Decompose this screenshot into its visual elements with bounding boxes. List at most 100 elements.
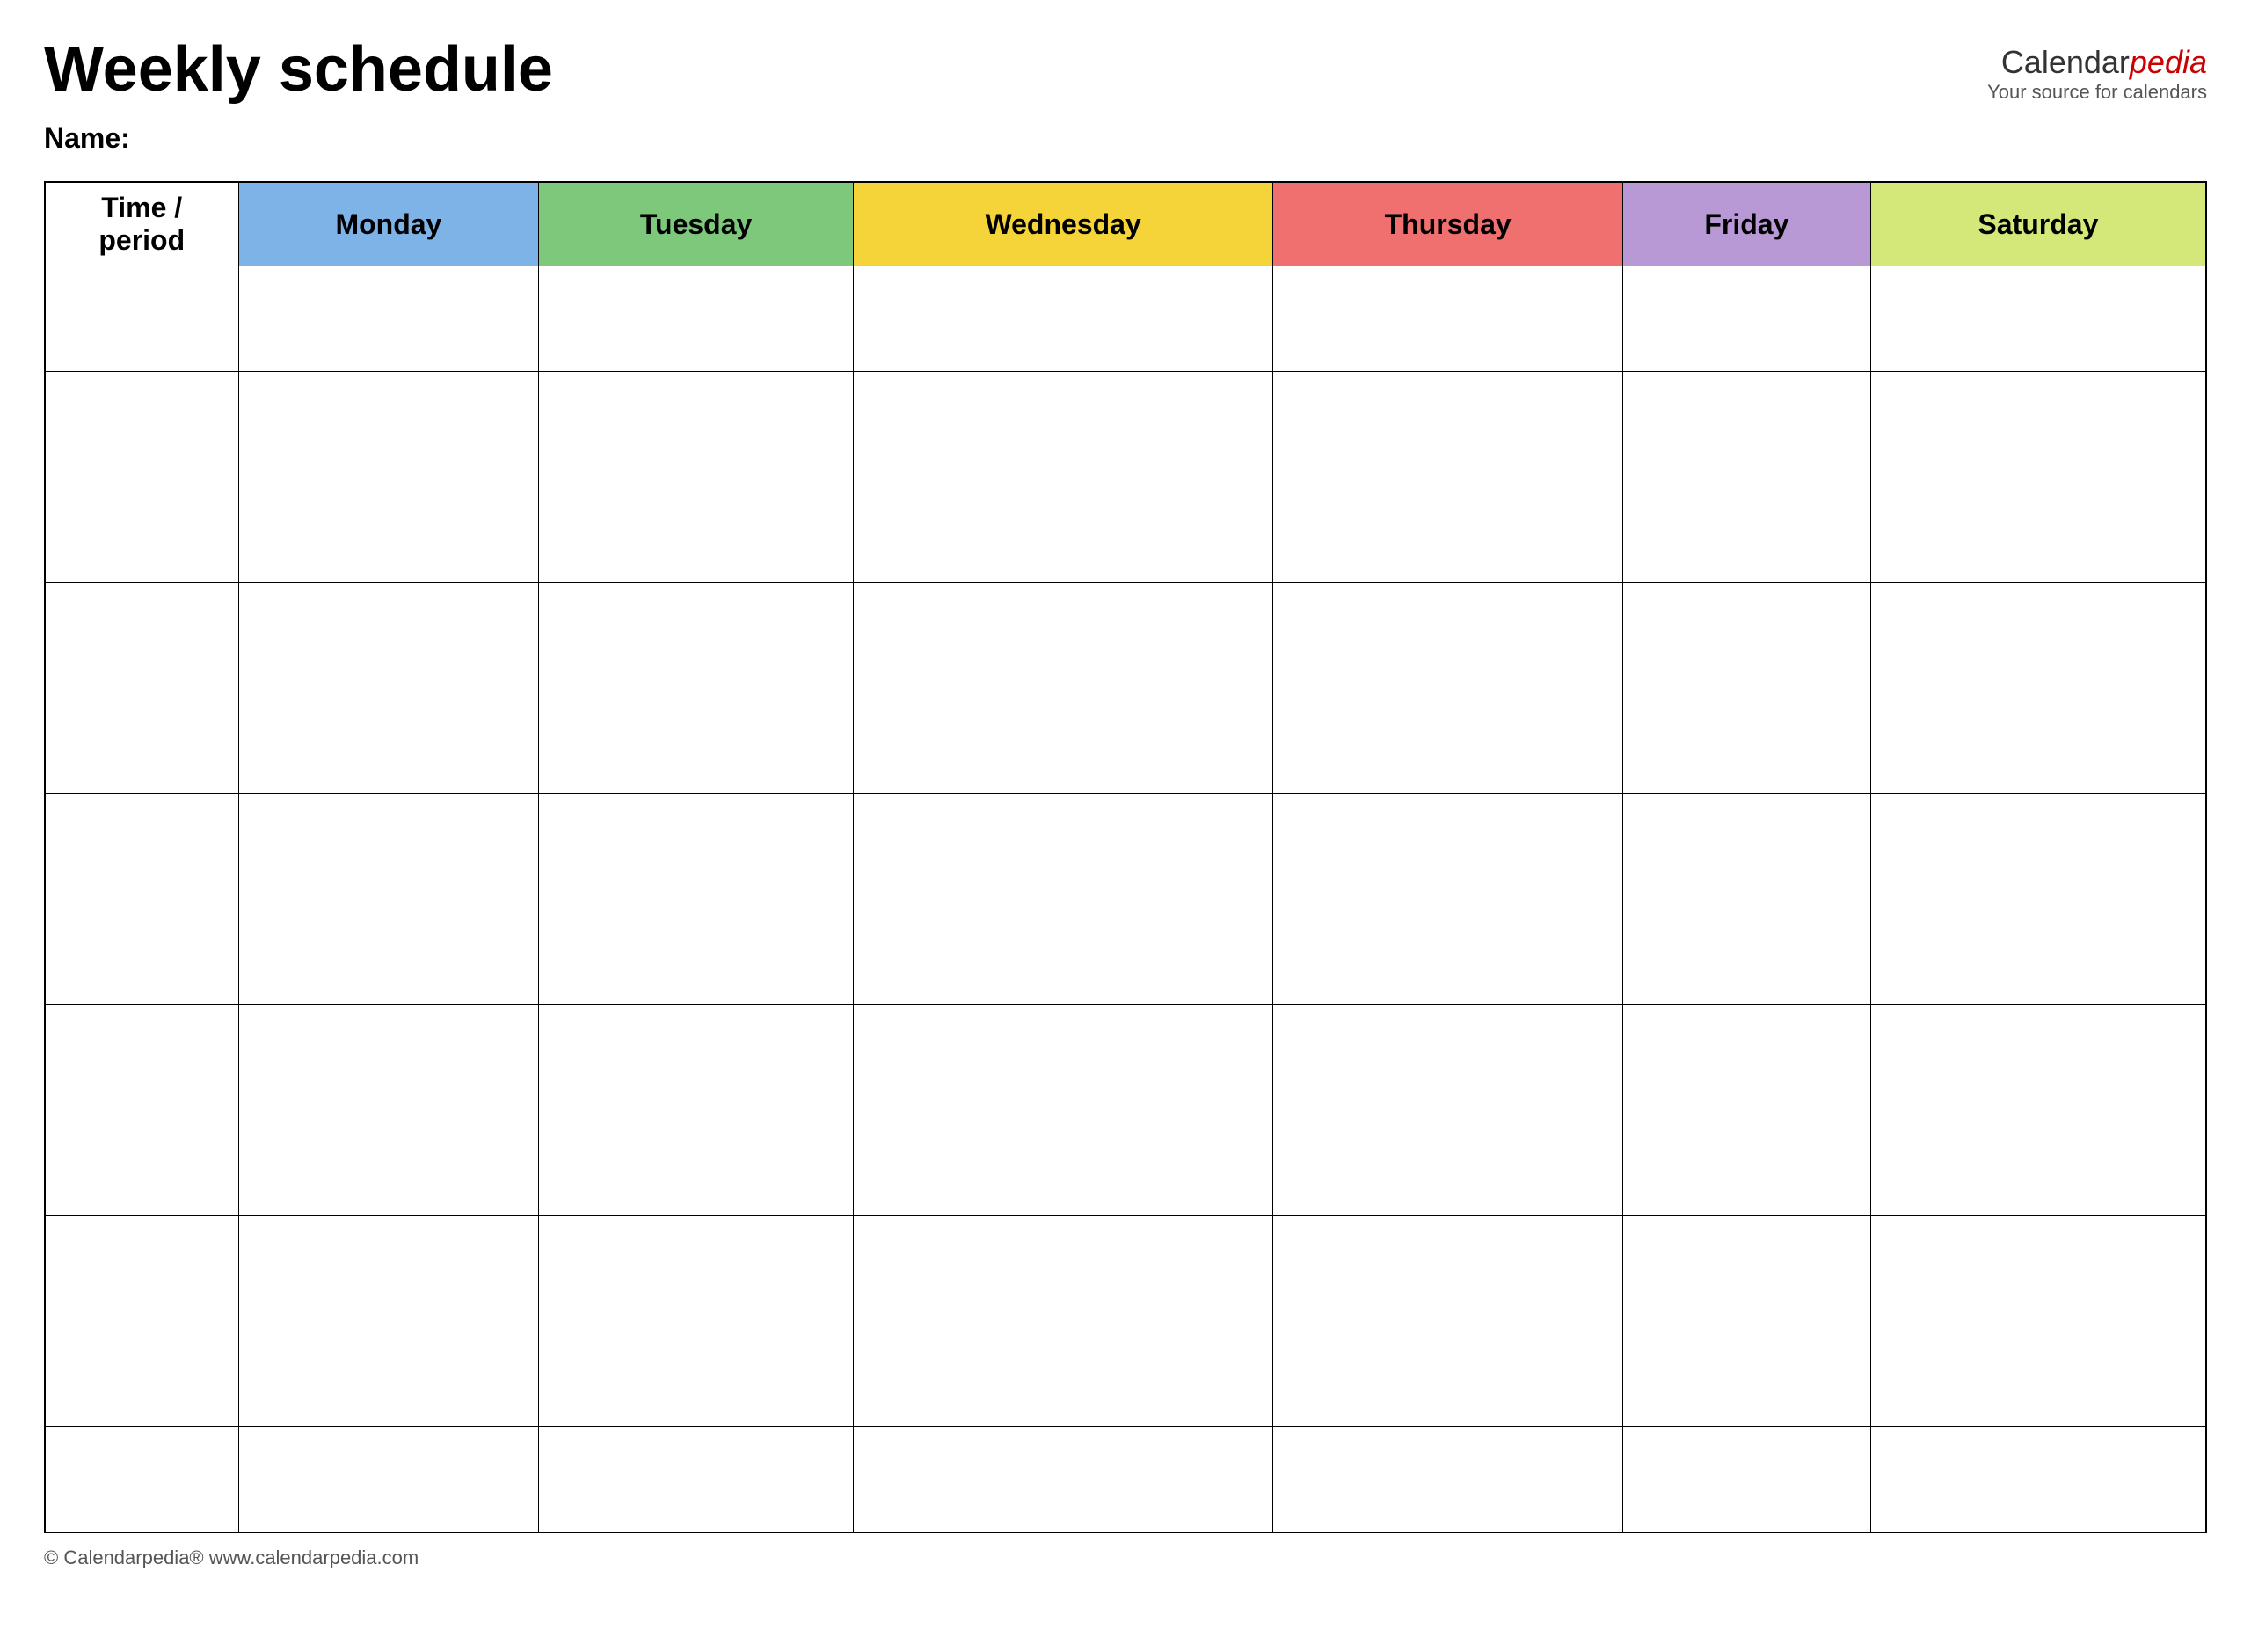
table-cell[interactable] xyxy=(1622,899,1870,1005)
table-cell[interactable] xyxy=(853,688,1273,794)
table-cell[interactable] xyxy=(1273,899,1623,1005)
table-cell[interactable] xyxy=(1870,372,2206,477)
page-header: Weekly schedule Calendarpedia Your sourc… xyxy=(44,35,2207,105)
table-cell[interactable] xyxy=(45,688,238,794)
table-cell[interactable] xyxy=(1870,1216,2206,1321)
table-cell[interactable] xyxy=(539,372,854,477)
table-cell[interactable] xyxy=(45,372,238,477)
table-cell[interactable] xyxy=(539,1216,854,1321)
table-cell[interactable] xyxy=(238,1005,539,1110)
table-cell[interactable] xyxy=(853,266,1273,372)
table-cell[interactable] xyxy=(1622,372,1870,477)
table-cell[interactable] xyxy=(238,372,539,477)
table-cell[interactable] xyxy=(539,266,854,372)
table-cell[interactable] xyxy=(1622,1427,1870,1532)
table-cell[interactable] xyxy=(1622,1216,1870,1321)
name-row: Name: xyxy=(44,122,2207,155)
table-cell[interactable] xyxy=(45,583,238,688)
table-cell[interactable] xyxy=(853,794,1273,899)
table-cell[interactable] xyxy=(853,477,1273,583)
brand-pedia: pedia xyxy=(2130,44,2207,80)
table-cell[interactable] xyxy=(1273,583,1623,688)
table-cell[interactable] xyxy=(539,794,854,899)
table-row xyxy=(45,1427,2206,1532)
table-cell[interactable] xyxy=(238,1321,539,1427)
table-cell[interactable] xyxy=(1870,1110,2206,1216)
page-title: Weekly schedule xyxy=(44,35,553,105)
table-cell[interactable] xyxy=(45,899,238,1005)
table-cell[interactable] xyxy=(539,899,854,1005)
table-cell[interactable] xyxy=(45,266,238,372)
table-cell[interactable] xyxy=(1273,266,1623,372)
table-cell[interactable] xyxy=(1273,372,1623,477)
footer-text: © Calendarpedia® www.calendarpedia.com xyxy=(44,1546,419,1568)
table-row xyxy=(45,372,2206,477)
table-cell[interactable] xyxy=(853,1427,1273,1532)
table-cell[interactable] xyxy=(1273,1321,1623,1427)
table-cell[interactable] xyxy=(539,688,854,794)
table-cell[interactable] xyxy=(853,1321,1273,1427)
table-cell[interactable] xyxy=(853,1216,1273,1321)
table-row xyxy=(45,1005,2206,1110)
table-row xyxy=(45,899,2206,1005)
table-cell[interactable] xyxy=(539,1110,854,1216)
table-cell[interactable] xyxy=(45,1427,238,1532)
table-cell[interactable] xyxy=(1622,477,1870,583)
table-cell[interactable] xyxy=(238,1427,539,1532)
table-cell[interactable] xyxy=(1870,583,2206,688)
table-cell[interactable] xyxy=(45,477,238,583)
table-cell[interactable] xyxy=(238,1216,539,1321)
table-cell[interactable] xyxy=(853,899,1273,1005)
table-cell[interactable] xyxy=(1622,1005,1870,1110)
table-cell[interactable] xyxy=(539,1005,854,1110)
table-cell[interactable] xyxy=(853,583,1273,688)
table-cell[interactable] xyxy=(1273,794,1623,899)
table-row xyxy=(45,1216,2206,1321)
table-cell[interactable] xyxy=(1870,688,2206,794)
table-cell[interactable] xyxy=(853,372,1273,477)
table-cell[interactable] xyxy=(45,794,238,899)
table-cell[interactable] xyxy=(238,899,539,1005)
table-row xyxy=(45,583,2206,688)
table-cell[interactable] xyxy=(1273,1005,1623,1110)
table-cell[interactable] xyxy=(1622,1321,1870,1427)
table-cell[interactable] xyxy=(539,477,854,583)
table-cell[interactable] xyxy=(45,1321,238,1427)
table-cell[interactable] xyxy=(238,1110,539,1216)
table-cell[interactable] xyxy=(853,1005,1273,1110)
table-cell[interactable] xyxy=(1870,1427,2206,1532)
table-cell[interactable] xyxy=(238,266,539,372)
table-cell[interactable] xyxy=(1870,477,2206,583)
col-header-wednesday: Wednesday xyxy=(853,182,1273,266)
name-label: Name: xyxy=(44,122,130,154)
table-cell[interactable] xyxy=(539,1321,854,1427)
table-cell[interactable] xyxy=(1870,1005,2206,1110)
schedule-table: Time / period Monday Tuesday Wednesday T… xyxy=(44,181,2207,1533)
table-cell[interactable] xyxy=(1870,899,2206,1005)
table-cell[interactable] xyxy=(1622,266,1870,372)
table-cell[interactable] xyxy=(238,477,539,583)
table-cell[interactable] xyxy=(1870,266,2206,372)
table-cell[interactable] xyxy=(1273,477,1623,583)
table-cell[interactable] xyxy=(1622,583,1870,688)
table-cell[interactable] xyxy=(539,1427,854,1532)
col-header-saturday: Saturday xyxy=(1870,182,2206,266)
table-cell[interactable] xyxy=(238,688,539,794)
table-cell[interactable] xyxy=(45,1216,238,1321)
table-cell[interactable] xyxy=(539,583,854,688)
table-cell[interactable] xyxy=(1273,688,1623,794)
table-cell[interactable] xyxy=(45,1110,238,1216)
table-cell[interactable] xyxy=(1622,794,1870,899)
table-cell[interactable] xyxy=(1273,1110,1623,1216)
table-cell[interactable] xyxy=(1622,1110,1870,1216)
table-cell[interactable] xyxy=(1870,1321,2206,1427)
table-cell[interactable] xyxy=(238,794,539,899)
table-cell[interactable] xyxy=(853,1110,1273,1216)
table-cell[interactable] xyxy=(1622,688,1870,794)
table-cell[interactable] xyxy=(45,1005,238,1110)
table-cell[interactable] xyxy=(1273,1427,1623,1532)
table-row xyxy=(45,794,2206,899)
table-cell[interactable] xyxy=(1870,794,2206,899)
table-cell[interactable] xyxy=(1273,1216,1623,1321)
table-cell[interactable] xyxy=(238,583,539,688)
